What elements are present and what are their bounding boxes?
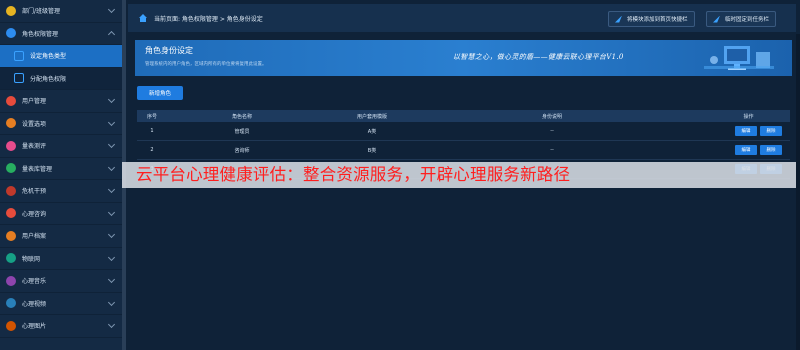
settings-icon xyxy=(14,50,24,61)
sidebar-item-label: 量表测评 xyxy=(22,143,47,151)
sidebar-item-label: 心理视频 xyxy=(22,300,47,308)
sidebar-item-label: 用户档案 xyxy=(22,233,47,241)
chevron-down-icon[interactable] xyxy=(107,118,116,126)
user-icon xyxy=(6,95,16,106)
table-header: 序号 角色名称 用户套用模版 身份说明 操作 xyxy=(137,110,790,122)
sidebar-item-label: 部门/班级管理 xyxy=(22,8,61,16)
row-description: -- xyxy=(550,128,554,134)
topbar: 当前页面: 角色权限管理 > 角色身份设定 将模块添加到首页快捷栏 临时固定到任… xyxy=(128,4,796,32)
banner-slogan: 以智慧之心，做心灵的盾——健康云联心理平台V1.0 xyxy=(453,53,624,61)
header-actions: 操作 xyxy=(743,113,754,120)
add-shortcut-label: 将模块添加到首页快捷栏 xyxy=(627,17,688,23)
row-role-name: 咨询师 xyxy=(234,147,250,154)
chevron-down-icon[interactable] xyxy=(107,253,116,261)
header-description: 身份说明 xyxy=(541,113,562,120)
row-template: B类 xyxy=(367,147,377,154)
overlay-caption: 云平台心理健康评估：整合资源服务，开辟心理服务新路径 xyxy=(136,165,571,184)
sidebar-item[interactable]: 部门/班级管理 xyxy=(0,0,122,23)
page-banner: 角色身份设定 管理系统内的用户角色，区域内所有的单位要将复用此设置。 以智慧之心… xyxy=(135,40,792,76)
sidebar-item[interactable]: 量表库管理 xyxy=(0,158,122,180)
header-index: 序号 xyxy=(146,113,157,120)
archive-icon xyxy=(6,230,16,241)
row-actions: 编辑删除 xyxy=(677,126,790,136)
sidebar-item-label: 心理咨询 xyxy=(22,210,47,218)
sidebar-item[interactable]: 心理图片 xyxy=(0,315,122,338)
crisis-icon xyxy=(6,185,16,196)
pin-icon xyxy=(615,15,622,23)
row-role-name: 管理员 xyxy=(234,128,250,135)
library-icon xyxy=(6,163,16,174)
video-icon xyxy=(6,298,16,309)
row-actions: 编辑删除 xyxy=(677,145,790,155)
consult-icon xyxy=(6,208,16,219)
music-icon xyxy=(6,275,16,286)
sidebar-item[interactable]: 设定角色类型 xyxy=(0,45,122,68)
row-index: 1 xyxy=(150,128,154,134)
header-template: 用户套用模版 xyxy=(356,113,387,120)
banner-illustration-icon xyxy=(704,46,774,70)
chevron-down-icon[interactable] xyxy=(107,320,116,329)
table-row: 1 管理员 A类 -- 编辑 删除 xyxy=(137,122,790,141)
table-row: 2 咨询师 B类 -- 编辑 删除 xyxy=(137,141,790,160)
sidebar-item-label: 设置选项 xyxy=(22,120,47,128)
chevron-down-icon[interactable] xyxy=(107,230,116,239)
sidebar-item[interactable]: 心理视频 xyxy=(0,293,122,315)
sidebar-item[interactable]: 角色权限管理 xyxy=(0,23,122,45)
sidebar-item-label: 设定角色类型 xyxy=(30,53,67,61)
puzzle-icon xyxy=(14,73,24,84)
sidebar-item-label: 角色权限管理 xyxy=(22,30,59,38)
sidebar-item-label: 用户管理 xyxy=(22,98,47,106)
department-icon xyxy=(6,5,16,16)
sidebar-item[interactable]: 心理音乐 xyxy=(0,270,122,293)
new-role-button[interactable]: 新增角色 xyxy=(137,86,183,100)
pin-taskbar-button[interactable]: 临时固定到任务栏 xyxy=(706,11,777,27)
sidebar-item[interactable]: 物联网 xyxy=(0,248,122,270)
header-role-name: 角色名称 xyxy=(231,113,252,120)
chevron-down-icon[interactable] xyxy=(107,275,116,284)
add-shortcut-button[interactable]: 将模块添加到首页快捷栏 xyxy=(608,11,695,27)
home-icon[interactable] xyxy=(138,13,148,23)
sidebar: 部门/班级管理 角色权限管理设定角色类型 分配角色权限用户管理设置选项量表测评量表库… xyxy=(0,0,122,350)
sidebar-item[interactable]: 用户档案 xyxy=(0,225,122,248)
sidebar-item[interactable]: 分配角色权限 xyxy=(0,67,122,90)
sidebar-item-label: 分配角色权限 xyxy=(30,75,67,83)
chevron-down-icon[interactable] xyxy=(107,140,116,149)
heart-icon xyxy=(6,140,16,151)
options-icon xyxy=(6,118,16,129)
iot-icon xyxy=(6,253,16,264)
page-title: 角色身份设定 xyxy=(145,46,193,55)
chevron-down-icon[interactable] xyxy=(107,163,116,171)
chevron-down-icon[interactable] xyxy=(107,95,116,104)
sidebar-item-label: 心理图片 xyxy=(22,323,47,331)
sidebar-item[interactable]: 量表测评 xyxy=(0,135,122,158)
sidebar-item-label: 危机干预 xyxy=(22,188,47,196)
row-description: -- xyxy=(550,147,554,153)
sidebar-item-label: 量表库管理 xyxy=(22,165,53,173)
delete-button[interactable]: 删除 xyxy=(760,145,782,155)
pin-taskbar-label: 临时固定到任务栏 xyxy=(725,17,770,23)
delete-button[interactable]: 删除 xyxy=(760,126,782,136)
page-subtitle: 管理系统内的用户角色，区域内所有的单位要将复用此设置。 xyxy=(145,62,267,67)
sidebar-item-label: 物联网 xyxy=(22,255,41,263)
row-template: A类 xyxy=(367,128,377,135)
sidebar-item[interactable]: 心理咨询 xyxy=(0,203,122,225)
sidebar-item-label: 心理音乐 xyxy=(22,278,47,286)
chevron-down-icon[interactable] xyxy=(107,208,116,216)
sidebar-item[interactable]: 设置选项 xyxy=(0,113,122,135)
role-permission-icon xyxy=(6,28,16,39)
edit-button[interactable]: 编辑 xyxy=(735,145,757,155)
sidebar-item[interactable]: 危机干预 xyxy=(0,180,122,203)
chevron-up-icon[interactable] xyxy=(107,30,116,38)
image-icon xyxy=(6,320,16,331)
chevron-down-icon[interactable] xyxy=(107,298,116,306)
chevron-down-icon[interactable] xyxy=(107,185,116,194)
pin-icon xyxy=(713,15,720,23)
sidebar-item[interactable]: 用户管理 xyxy=(0,90,122,113)
edit-button[interactable]: 编辑 xyxy=(735,126,757,136)
row-index: 2 xyxy=(150,147,154,153)
breadcrumb: 当前页面: 角色权限管理 > 角色身份设定 xyxy=(154,15,263,23)
content-scrollbar[interactable] xyxy=(796,34,800,350)
chevron-down-icon[interactable] xyxy=(107,5,116,14)
